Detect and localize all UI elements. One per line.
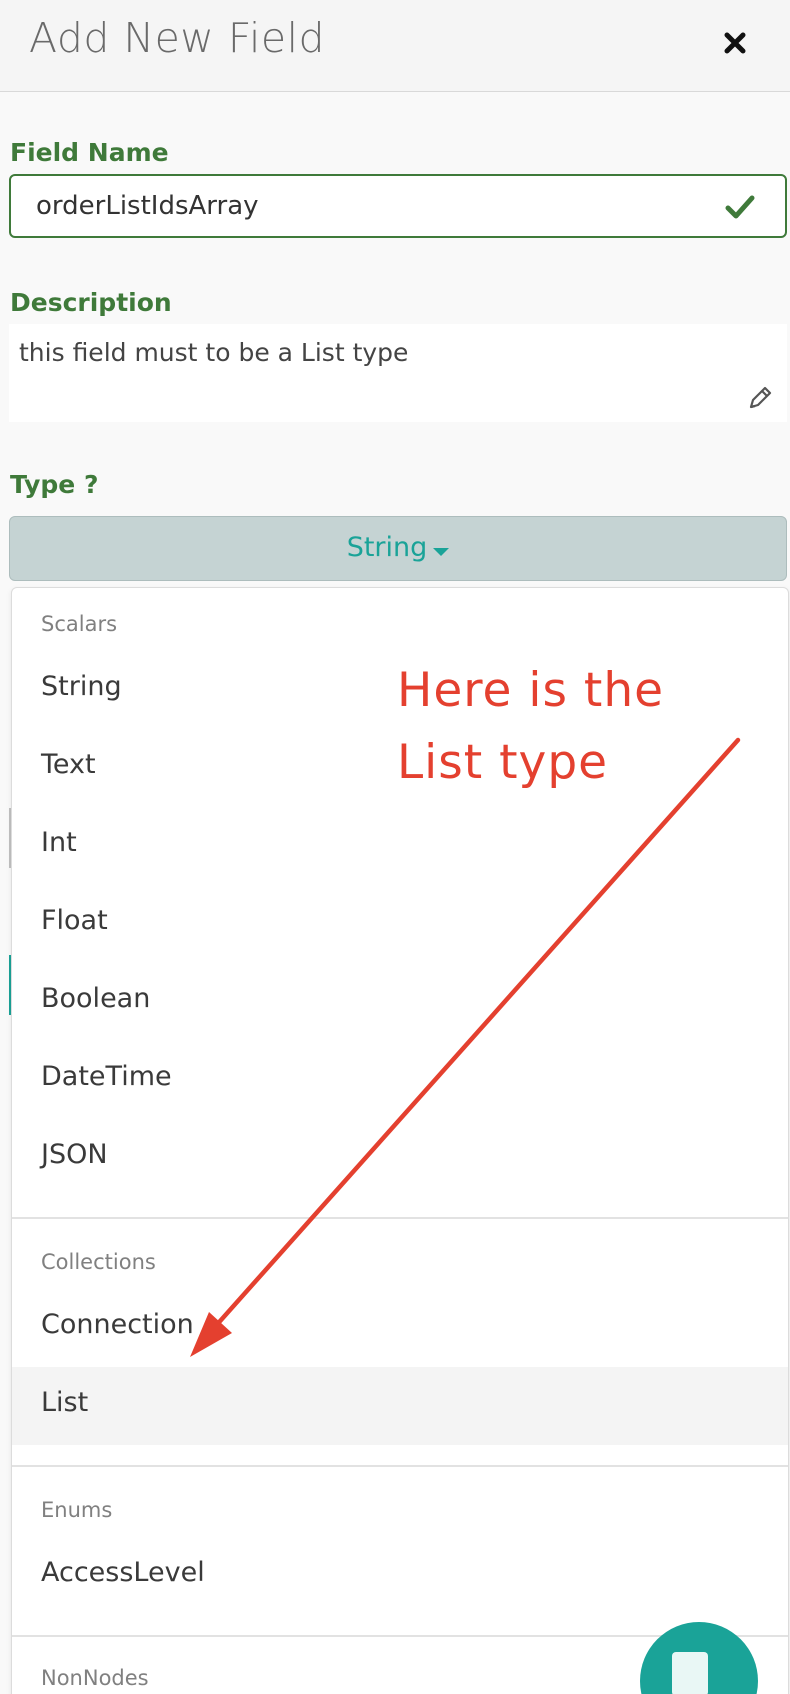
menu-item-label: AccessLevel — [41, 1557, 205, 1588]
menu-item-label: Boolean — [41, 983, 151, 1014]
group-label-nonnodes: NonNodes — [41, 1666, 149, 1690]
description-label: Description — [10, 288, 172, 317]
panel-title: Add New Field — [29, 14, 326, 62]
menu-item-label: List — [41, 1387, 89, 1418]
menu-item-int[interactable]: Int — [12, 807, 788, 885]
field-name-value: orderListIdsArray — [36, 191, 259, 221]
menu-item-label: Text — [41, 749, 96, 780]
group-label-enums: Enums — [41, 1498, 113, 1522]
menu-item-list[interactable]: List — [12, 1367, 788, 1445]
menu-divider — [12, 1465, 788, 1467]
description-field[interactable]: this field must to be a List type — [9, 324, 787, 422]
type-label: Type ? — [10, 470, 99, 499]
annotation-line: Here is the — [397, 663, 665, 718]
group-label-scalars: Scalars — [41, 612, 118, 636]
menu-item-float[interactable]: Float — [12, 885, 788, 963]
annotation-line: List type — [397, 735, 609, 790]
menu-item-boolean[interactable]: Boolean — [12, 963, 788, 1041]
menu-item-datetime[interactable]: DateTime — [12, 1041, 788, 1119]
panel-header: Add New Field — [0, 0, 790, 92]
menu-item-json[interactable]: JSON — [12, 1119, 788, 1197]
field-name-input[interactable]: orderListIdsArray — [9, 174, 787, 238]
type-select-button[interactable]: String — [9, 516, 787, 581]
add-field-panel: Add New Field Field Name orderListIdsArr… — [0, 0, 790, 1694]
menu-item-label: String — [41, 671, 122, 702]
field-name-label: Field Name — [10, 138, 169, 167]
check-icon — [725, 195, 755, 219]
chat-icon — [672, 1652, 708, 1694]
close-icon[interactable] — [718, 26, 752, 60]
group-label-collections: Collections — [41, 1250, 156, 1274]
chevron-down-icon — [433, 547, 450, 556]
type-selected-value: String — [346, 532, 428, 563]
menu-divider — [12, 1217, 788, 1219]
pencil-icon[interactable] — [746, 384, 774, 412]
menu-item-label: JSON — [41, 1139, 108, 1170]
menu-item-accesslevel[interactable]: AccessLevel — [12, 1537, 788, 1615]
menu-item-connection[interactable]: Connection — [12, 1289, 788, 1367]
description-value: this field must to be a List type — [19, 338, 409, 367]
annotation-text: Here is the List type — [397, 655, 664, 799]
menu-item-label: DateTime — [41, 1061, 172, 1092]
menu-item-label: Int — [41, 827, 77, 858]
menu-item-label: Connection — [41, 1309, 194, 1340]
menu-item-label: Float — [41, 905, 108, 936]
